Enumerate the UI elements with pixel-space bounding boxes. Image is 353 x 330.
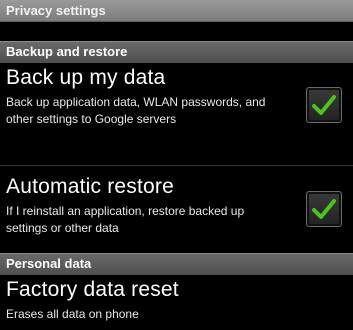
page-title: Privacy settings	[6, 3, 106, 18]
divider	[0, 165, 353, 166]
section-header-label: Personal data	[6, 256, 92, 271]
backup-checkbox[interactable]	[306, 87, 342, 123]
section-header-label: Backup and restore	[6, 44, 128, 59]
pref-title: Factory data reset	[6, 278, 179, 301]
pref-summary: If I reinstall an application, restore b…	[6, 204, 245, 235]
section-header-personal-data: Personal data	[0, 253, 353, 275]
pref-summary: Back up application data, WLAN passwords…	[6, 95, 266, 126]
pref-title: Automatic restore	[6, 175, 174, 198]
section-header-backup-and-restore: Backup and restore	[0, 41, 353, 63]
pref-back-up-my-data[interactable]: Back up my data Back up application data…	[0, 63, 353, 164]
pref-automatic-restore[interactable]: Automatic restore If I reinstall an appl…	[0, 172, 353, 252]
restore-checkbox[interactable]	[306, 191, 342, 227]
checkmark-icon	[312, 199, 336, 219]
pref-title: Back up my data	[6, 66, 166, 89]
pref-factory-data-reset[interactable]: Factory data reset Erases all data on ph…	[0, 275, 353, 330]
title-bar: Privacy settings	[0, 0, 353, 22]
checkmark-icon	[312, 95, 336, 115]
pref-summary: Erases all data on phone	[6, 307, 139, 321]
